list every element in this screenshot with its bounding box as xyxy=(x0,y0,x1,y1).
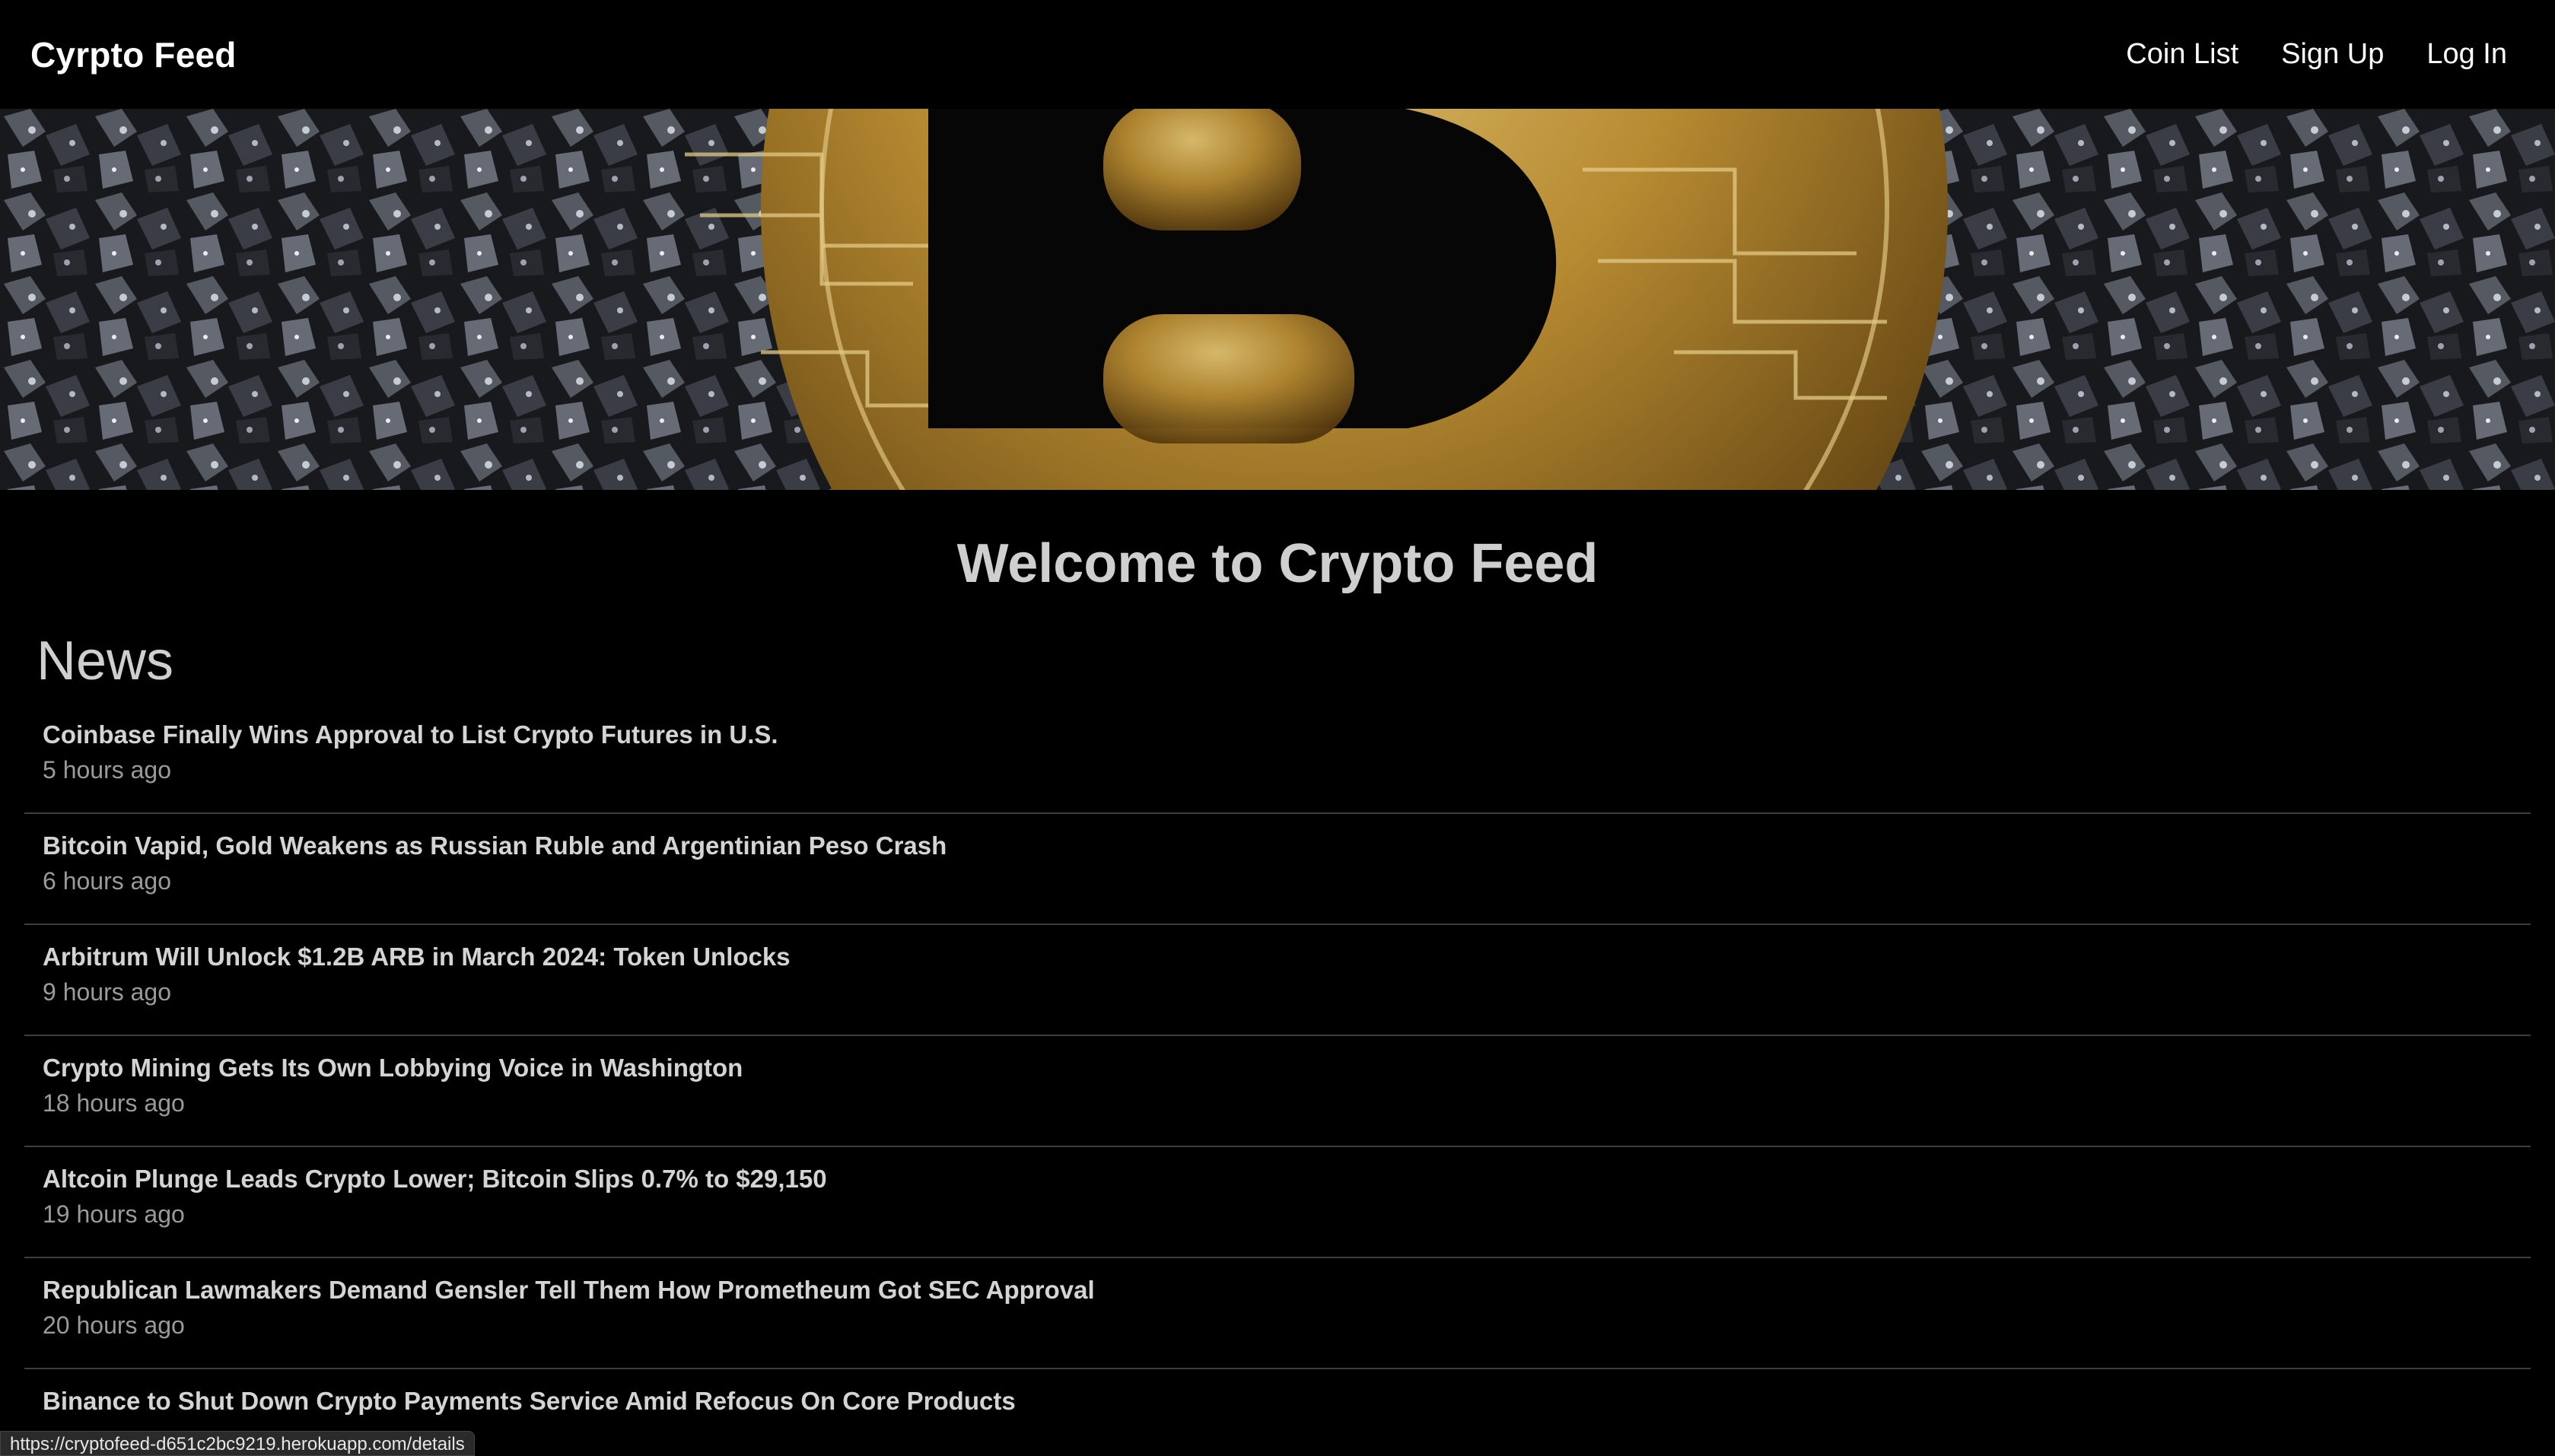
nav-sign-up-link[interactable]: Sign Up xyxy=(2281,38,2384,71)
news-time: 20 hours ago xyxy=(43,1311,185,1339)
news-time: 19 hours ago xyxy=(43,1200,185,1228)
news-headline[interactable]: Altcoin Plunge Leads Crypto Lower; Bitco… xyxy=(43,1162,2512,1196)
news-item[interactable]: Bitcoin Vapid, Gold Weakens as Russian R… xyxy=(24,814,2531,925)
news-time: 5 hours ago xyxy=(43,756,172,784)
news-headline[interactable]: Republican Lawmakers Demand Gensler Tell… xyxy=(43,1273,2512,1307)
news-headline[interactable]: Crypto Mining Gets Its Own Lobbying Voic… xyxy=(43,1051,2512,1085)
news-item[interactable]: Coinbase Finally Wins Approval to List C… xyxy=(24,703,2531,814)
news-heading: News xyxy=(37,631,174,691)
news-time: 9 hours ago xyxy=(43,978,172,1006)
news-item[interactable]: Crypto Mining Gets Its Own Lobbying Voic… xyxy=(24,1036,2531,1147)
browser-status-bar-url: https://cryptofeed-d651c2bc9219.herokuap… xyxy=(0,1431,475,1456)
news-time: 18 hours ago xyxy=(43,1089,185,1117)
page: Cyrpto Feed Coin List Sign Up Log In Wel… xyxy=(0,0,2555,1456)
bitcoin-coin-illustration xyxy=(0,109,2555,490)
news-time: 6 hours ago xyxy=(43,867,172,895)
nav-log-in-link[interactable]: Log In xyxy=(2426,38,2507,71)
welcome-heading: Welcome to Crypto Feed xyxy=(956,533,1599,594)
nav-coin-list-link[interactable]: Coin List xyxy=(2126,38,2238,71)
news-headline[interactable]: Coinbase Finally Wins Approval to List C… xyxy=(43,718,2512,752)
nav-links: Coin List Sign Up Log In xyxy=(2083,38,2507,71)
news-item[interactable]: Arbitrum Will Unlock $1.2B ARB in March … xyxy=(24,925,2531,1036)
news-headline[interactable]: Bitcoin Vapid, Gold Weakens as Russian R… xyxy=(43,829,2512,863)
brand-link[interactable]: Cyrpto Feed xyxy=(30,34,237,75)
news-headline[interactable]: Arbitrum Will Unlock $1.2B ARB in March … xyxy=(43,940,2512,974)
news-headline[interactable]: Binance to Shut Down Crypto Payments Ser… xyxy=(43,1384,2512,1418)
news-item[interactable]: Republican Lawmakers Demand Gensler Tell… xyxy=(24,1258,2531,1369)
navbar: Cyrpto Feed Coin List Sign Up Log In xyxy=(0,0,2555,109)
news-list: Coinbase Finally Wins Approval to List C… xyxy=(24,703,2531,1456)
news-item[interactable]: Altcoin Plunge Leads Crypto Lower; Bitco… xyxy=(24,1147,2531,1258)
hero-banner-image xyxy=(0,109,2555,490)
